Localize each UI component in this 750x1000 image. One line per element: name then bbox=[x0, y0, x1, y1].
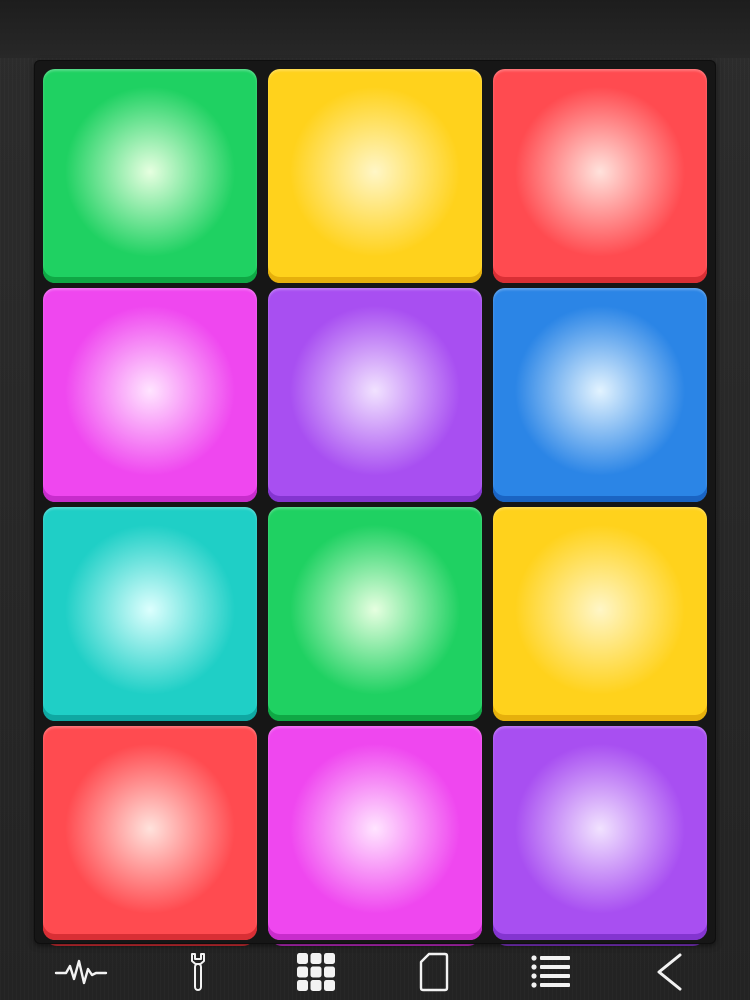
pad-face bbox=[268, 726, 482, 940]
drum-pad-grid bbox=[34, 60, 716, 946]
pad-4-1[interactable] bbox=[43, 726, 257, 946]
pad-4-3[interactable] bbox=[493, 726, 707, 946]
pad-face bbox=[493, 726, 707, 940]
back-chevron-icon bbox=[657, 953, 682, 991]
pad-face bbox=[268, 507, 482, 721]
pad-1-1[interactable] bbox=[43, 69, 257, 289]
page-icon bbox=[419, 952, 448, 992]
pad-face bbox=[268, 288, 482, 502]
pad-face bbox=[493, 288, 707, 502]
pad-3-1[interactable] bbox=[43, 507, 257, 727]
back-button[interactable] bbox=[639, 947, 699, 997]
pad-face bbox=[43, 726, 257, 940]
pad-3-3[interactable] bbox=[493, 507, 707, 727]
pad-face bbox=[493, 69, 707, 283]
list-icon bbox=[531, 955, 571, 988]
pad-2-1[interactable] bbox=[43, 288, 257, 508]
bottom-toolbar bbox=[0, 944, 750, 1000]
top-bar bbox=[0, 0, 750, 58]
pad-1-3[interactable] bbox=[493, 69, 707, 289]
waveform-button[interactable] bbox=[51, 947, 111, 997]
pad-face bbox=[43, 288, 257, 502]
list-button[interactable] bbox=[521, 947, 581, 997]
grid-icon bbox=[297, 953, 336, 991]
page-button[interactable] bbox=[404, 947, 464, 997]
pad-4-2[interactable] bbox=[268, 726, 482, 946]
waveform-icon bbox=[54, 959, 108, 985]
settings-button[interactable] bbox=[168, 947, 228, 997]
pad-face bbox=[43, 69, 257, 283]
pad-face bbox=[493, 507, 707, 721]
pad-1-2[interactable] bbox=[268, 69, 482, 289]
pads-grid-button[interactable] bbox=[286, 947, 346, 997]
wrench-icon bbox=[191, 953, 206, 991]
pad-3-2[interactable] bbox=[268, 507, 482, 727]
pad-face bbox=[268, 69, 482, 283]
pad-face bbox=[43, 507, 257, 721]
pad-2-3[interactable] bbox=[493, 288, 707, 508]
pad-2-2[interactable] bbox=[268, 288, 482, 508]
